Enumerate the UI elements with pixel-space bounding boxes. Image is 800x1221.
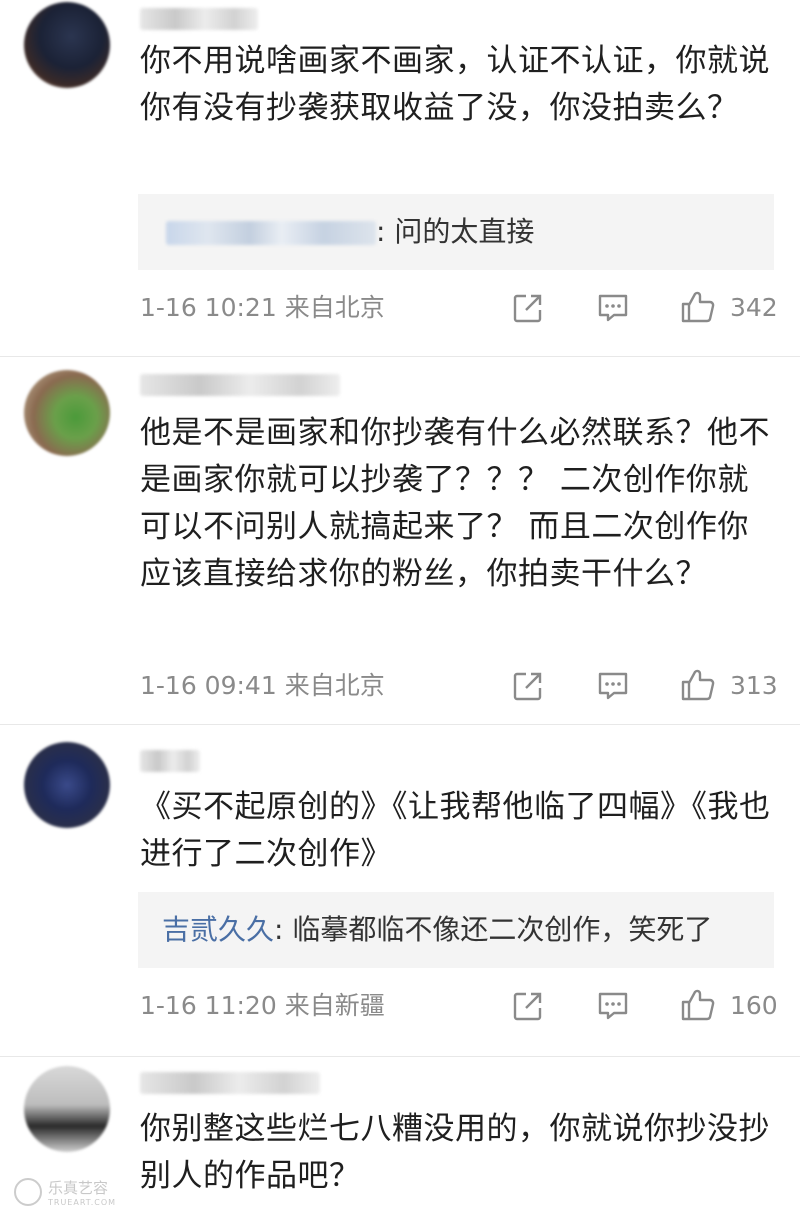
watermark-logo-icon — [14, 1178, 42, 1206]
comment-meta: 1-16 11:20 来自新疆 160 — [140, 986, 780, 1026]
avatar[interactable] — [24, 370, 110, 456]
comment-meta: 1-16 10:21 来自北京 342 — [140, 288, 780, 328]
comment-icon[interactable] — [596, 670, 630, 702]
watermark: 乐真艺容 TRUEART.COM — [14, 1176, 116, 1208]
like-count: 313 — [730, 671, 778, 700]
comment-text: 《买不起原创的》《让我帮他临了四幅》《我也进行了二次创作》 — [140, 789, 771, 872]
reply-author[interactable]: 吉贰久久 — [162, 913, 274, 946]
like-count: 160 — [730, 991, 778, 1020]
avatar[interactable] — [24, 1066, 110, 1152]
share-icon[interactable] — [512, 670, 544, 702]
username-blurred[interactable] — [140, 374, 340, 396]
reply-preview[interactable]: : 问的太直接 — [138, 194, 774, 270]
reply-text: : 问的太直接 — [376, 215, 535, 248]
reply-preview[interactable]: 吉贰久久: 临摹都临不像还二次创作，笑死了 — [138, 892, 774, 968]
username-blurred[interactable] — [140, 1072, 320, 1094]
divider — [0, 1056, 800, 1057]
timestamp-location: 1-16 10:21 来自北京 — [140, 293, 385, 322]
username-blurred[interactable] — [140, 8, 258, 30]
share-icon[interactable] — [512, 990, 544, 1022]
comment-meta: 1-16 09:41 来自北京 313 — [140, 666, 780, 706]
watermark-sub: TRUEART.COM — [48, 1198, 117, 1207]
comment-text: 他是不是画家和你抄袭有什么必然联系？他不是画家你就可以抄袭了？？？ 二次创作你就… — [140, 415, 770, 592]
thumbs-up-icon[interactable] — [680, 988, 716, 1022]
timestamp-location: 1-16 11:20 来自新疆 — [140, 991, 385, 1020]
comment-icon[interactable] — [596, 990, 630, 1022]
divider — [0, 724, 800, 725]
comment-text: 你别整这些烂七八糟没用的，你就说你抄没抄别人的作品吧？ — [140, 1111, 770, 1194]
share-icon[interactable] — [512, 292, 544, 324]
reply-author-blurred — [166, 221, 376, 245]
avatar[interactable] — [24, 742, 110, 828]
reply-text: : 临摹都临不像还二次创作，笑死了 — [274, 913, 713, 946]
thumbs-up-icon[interactable] — [680, 668, 716, 702]
username-blurred[interactable] — [140, 750, 200, 772]
like-count: 342 — [730, 293, 778, 322]
thumbs-up-icon[interactable] — [680, 290, 716, 324]
comment-text: 你不用说啥画家不画家，认证不认证，你就说你有没有抄袭获取收益了没，你没拍卖么？ — [140, 43, 770, 126]
timestamp-location: 1-16 09:41 来自北京 — [140, 671, 385, 700]
divider — [0, 356, 800, 357]
comment-icon[interactable] — [596, 292, 630, 324]
watermark-name: 乐真艺容 — [48, 1179, 109, 1197]
avatar[interactable] — [24, 2, 110, 88]
